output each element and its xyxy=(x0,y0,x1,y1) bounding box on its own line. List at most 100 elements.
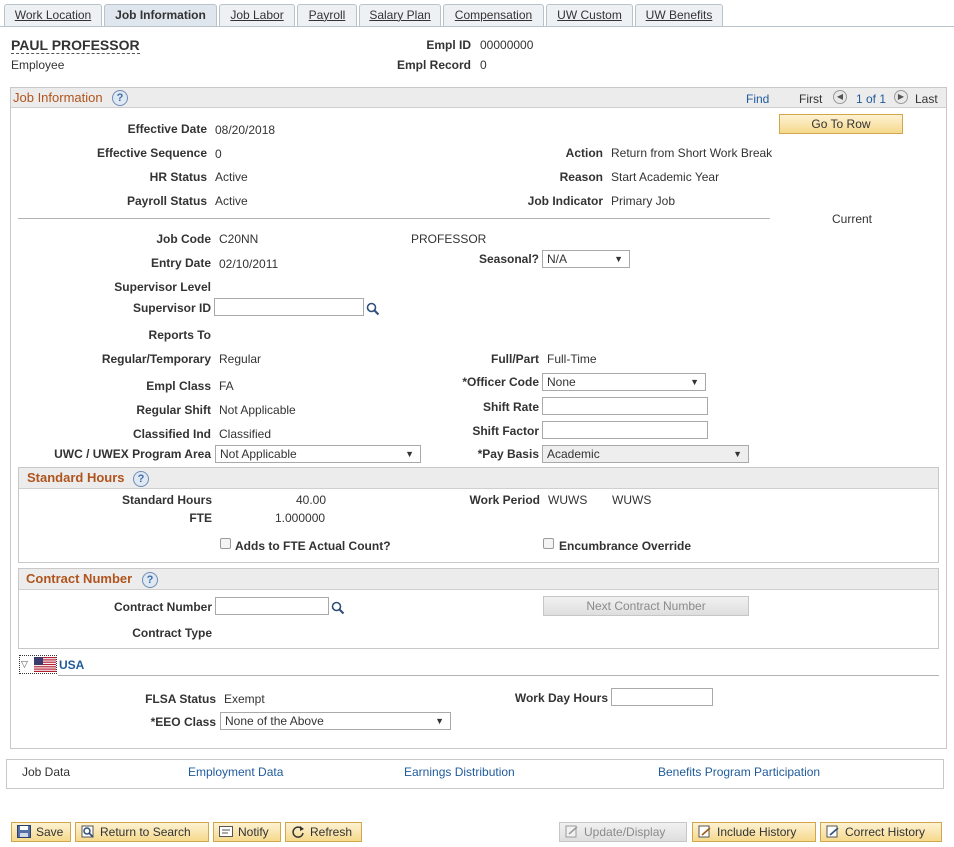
divider xyxy=(18,218,770,219)
effective-date-label: Effective Date xyxy=(127,122,207,136)
adds-to-fte-checkbox[interactable] xyxy=(220,538,231,549)
tab-underline xyxy=(0,26,954,27)
previous-row-icon[interactable]: ◀ xyxy=(833,90,847,104)
lookup-icon[interactable] xyxy=(331,601,345,615)
regular-temporary-value: Regular xyxy=(219,352,262,366)
encumbrance-override-checkbox[interactable] xyxy=(543,538,554,549)
return-icon xyxy=(81,825,94,838)
employment-data-link[interactable]: Employment Data xyxy=(188,765,283,779)
go-to-row-button[interactable]: Go To Row xyxy=(779,114,903,134)
earnings-distribution-link[interactable]: Earnings Distribution xyxy=(404,765,515,779)
supervisor-id-label: Supervisor ID xyxy=(132,301,211,315)
save-icon xyxy=(17,825,31,838)
payroll-status-value: Active xyxy=(215,194,248,208)
usa-flag-icon xyxy=(34,657,56,672)
include-history-button[interactable]: Include History xyxy=(692,822,816,842)
officer-code-select[interactable]: None ▼ xyxy=(542,373,706,391)
benefits-program-participation-link[interactable]: Benefits Program Participation xyxy=(658,765,820,779)
job-title-value: PROFESSOR xyxy=(411,232,487,246)
row-count: 1 of 1 xyxy=(856,92,887,106)
help-icon[interactable]: ? xyxy=(133,471,149,487)
entry-date-value: 02/10/2011 xyxy=(219,257,279,271)
correct-history-button[interactable]: Correct History xyxy=(820,822,942,842)
regular-temporary-label: Regular/Temporary xyxy=(101,352,211,366)
update-display-button[interactable]: Update/Display xyxy=(559,822,687,842)
chevron-down-icon: ▼ xyxy=(733,449,742,459)
effective-sequence-label: Effective Sequence xyxy=(96,146,207,160)
tab-salary-plan[interactable]: Salary Plan xyxy=(359,4,441,26)
employee-name[interactable]: PAUL PROFESSOR xyxy=(11,37,140,54)
last-link[interactable]: Last xyxy=(915,92,938,106)
first-link[interactable]: First xyxy=(799,92,822,106)
usa-label: USA xyxy=(59,658,85,672)
work-period-code: WUWS xyxy=(548,493,588,507)
refresh-button[interactable]: Refresh xyxy=(285,822,362,842)
supervisor-level-label: Supervisor Level xyxy=(114,280,211,294)
effective-sequence-value: 0 xyxy=(215,147,222,161)
reason-label: Reason xyxy=(559,170,603,184)
correct-history-icon xyxy=(826,825,839,838)
payroll-status-label: Payroll Status xyxy=(126,194,207,208)
next-row-icon[interactable]: ▶ xyxy=(894,90,908,104)
help-icon[interactable]: ? xyxy=(112,90,128,106)
work-day-hours-input[interactable] xyxy=(611,688,713,706)
standard-hours-header xyxy=(19,468,938,489)
lookup-icon[interactable] xyxy=(366,302,380,316)
hr-status-value: Active xyxy=(215,170,248,184)
job-information-title: Job Information xyxy=(13,90,103,105)
next-contract-number-button[interactable]: Next Contract Number xyxy=(543,596,749,616)
job-information-section xyxy=(10,87,947,749)
encumbrance-override-label: Encumbrance Override xyxy=(559,539,692,553)
tab-uw-custom[interactable]: UW Custom xyxy=(546,4,633,26)
fte-label: FTE xyxy=(189,511,212,525)
supervisor-id-input[interactable] xyxy=(214,298,364,316)
empl-id-value: 00000000 xyxy=(480,38,534,52)
contract-number-title: Contract Number xyxy=(26,571,133,586)
effective-date-value: 08/20/2018 xyxy=(215,123,276,137)
classified-ind-label: Classified Ind xyxy=(132,427,211,441)
regular-shift-label: Regular Shift xyxy=(136,403,211,417)
eeo-class-label: *EEO Class xyxy=(150,715,216,729)
reports-to-label: Reports To xyxy=(148,328,211,342)
tab-uw-benefits[interactable]: UW Benefits xyxy=(635,4,723,26)
job-data-link: Job Data xyxy=(22,765,71,779)
return-to-search-button[interactable]: Return to Search xyxy=(75,822,209,842)
entry-date-label: Entry Date xyxy=(150,256,211,270)
program-area-select[interactable]: Not Applicable ▼ xyxy=(215,445,421,463)
tab-compensation[interactable]: Compensation xyxy=(443,4,544,26)
usa-toggle[interactable]: ▽ xyxy=(19,655,57,674)
work-day-hours-label: Work Day Hours xyxy=(514,691,608,705)
seasonal-select[interactable]: N/A ▼ xyxy=(542,250,630,268)
adds-to-fte-label: Adds to FTE Actual Count? xyxy=(235,539,391,553)
chevron-down-icon: ▼ xyxy=(405,449,414,459)
pay-basis-select[interactable]: Academic ▼ xyxy=(542,445,749,463)
tab-payroll[interactable]: Payroll xyxy=(297,4,357,26)
standard-hours-value: 40.00 xyxy=(296,493,327,507)
officer-code-label: *Officer Code xyxy=(462,375,539,389)
chevron-down-icon: ▼ xyxy=(690,377,699,387)
refresh-icon xyxy=(292,826,304,838)
tab-job-labor[interactable]: Job Labor xyxy=(219,4,295,26)
tab-work-location[interactable]: Work Location xyxy=(4,4,102,26)
notify-button[interactable]: Notify xyxy=(213,822,281,842)
work-period-description: WUWS xyxy=(612,493,652,507)
contract-number-input[interactable] xyxy=(215,597,329,615)
find-link[interactable]: Find xyxy=(746,92,769,106)
divider xyxy=(58,675,939,676)
save-button[interactable]: Save xyxy=(11,822,71,842)
empl-record-value: 0 xyxy=(480,58,487,72)
flsa-status-value: Exempt xyxy=(224,692,265,706)
action-label: Action xyxy=(565,146,603,160)
empl-record-label: Empl Record xyxy=(396,58,471,72)
shift-rate-label: Shift Rate xyxy=(482,400,539,414)
program-area-label: UWC / UWEX Program Area xyxy=(54,447,211,461)
hr-status-label: HR Status xyxy=(149,170,207,184)
reason-value: Start Academic Year xyxy=(611,170,720,184)
shift-factor-input[interactable] xyxy=(542,421,708,439)
chevron-down-icon: ▼ xyxy=(614,254,623,264)
tab-job-information[interactable]: Job Information xyxy=(104,4,217,27)
help-icon[interactable]: ? xyxy=(142,572,158,588)
job-indicator-value: Primary Job xyxy=(611,194,676,208)
shift-rate-input[interactable] xyxy=(542,397,708,415)
eeo-class-select[interactable]: None of the Above ▼ xyxy=(220,712,451,730)
